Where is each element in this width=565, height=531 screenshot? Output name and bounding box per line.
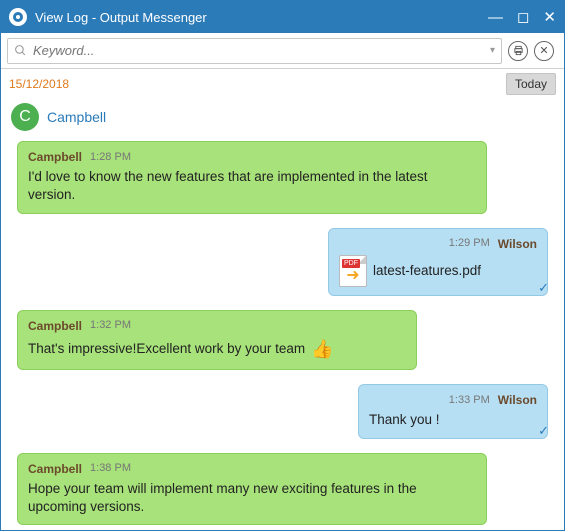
message-time: 1:32 PM bbox=[90, 318, 131, 333]
pdf-file-icon: PDF➜ bbox=[339, 255, 367, 287]
file-name: latest-features.pdf bbox=[373, 262, 481, 280]
toolbar-actions: ✕ bbox=[508, 41, 558, 61]
app-window: View Log - Output Messenger — ◻ ✕ ▾ ✕ 15… bbox=[0, 0, 565, 531]
message-time: 1:33 PM bbox=[449, 393, 490, 408]
message-time: 1:28 PM bbox=[90, 150, 131, 165]
message-bubble: Campbell 1:38 PM Hope your team will imp… bbox=[17, 453, 487, 526]
contact-name[interactable]: Campbell bbox=[47, 109, 106, 125]
message-text: That's impressive!Excellent work by your… bbox=[28, 340, 305, 358]
chat-area: C Campbell Campbell 1:28 PM I'd love to … bbox=[1, 95, 564, 530]
message-sender: Campbell bbox=[28, 318, 82, 334]
maximize-button[interactable]: ◻ bbox=[517, 10, 529, 25]
message-text: Hope your team will implement many new e… bbox=[28, 480, 476, 516]
message-sender: Campbell bbox=[28, 149, 82, 165]
print-button[interactable] bbox=[508, 41, 528, 61]
delivered-icon: ✓ bbox=[538, 279, 549, 297]
message-bubble: 1:29 PM Wilson PDF➜ latest-features.pdf … bbox=[328, 228, 548, 296]
search-box[interactable]: ▾ bbox=[7, 38, 502, 64]
message-bubble: 1:33 PM Wilson Thank you ! ✓ bbox=[358, 384, 548, 438]
search-icon bbox=[14, 44, 27, 57]
file-attachment[interactable]: PDF➜ latest-features.pdf bbox=[339, 255, 537, 287]
avatar: C bbox=[11, 103, 39, 131]
chevron-down-icon[interactable]: ▾ bbox=[490, 45, 495, 56]
window-controls: — ◻ ✕ bbox=[488, 10, 556, 25]
message-sender: Wilson bbox=[498, 392, 537, 408]
thumbs-up-icon: 👍 bbox=[311, 337, 333, 361]
contact-header: C Campbell bbox=[11, 99, 554, 141]
search-input[interactable] bbox=[33, 43, 490, 58]
clear-button[interactable]: ✕ bbox=[534, 41, 554, 61]
minimize-button[interactable]: — bbox=[488, 10, 503, 25]
delivered-icon: ✓ bbox=[538, 422, 549, 440]
toolbar: ▾ ✕ bbox=[1, 33, 564, 69]
message-sender: Wilson bbox=[498, 236, 537, 252]
message-sender: Campbell bbox=[28, 461, 82, 477]
message-time: 1:38 PM bbox=[90, 461, 131, 476]
message-text: Thank you ! bbox=[369, 411, 537, 429]
message-time: 1:29 PM bbox=[449, 236, 490, 251]
message-bubble: Campbell 1:32 PM That's impressive!Excel… bbox=[17, 310, 417, 370]
log-date: 15/12/2018 bbox=[9, 77, 506, 91]
today-badge[interactable]: Today bbox=[506, 73, 556, 95]
title-bar: View Log - Output Messenger — ◻ ✕ bbox=[1, 1, 564, 33]
close-button[interactable]: ✕ bbox=[543, 10, 556, 25]
message-text: I'd love to know the new features that a… bbox=[28, 168, 476, 204]
window-title: View Log - Output Messenger bbox=[35, 10, 488, 25]
app-icon bbox=[9, 8, 27, 26]
date-bar: 15/12/2018 Today bbox=[1, 69, 564, 95]
message-bubble: Campbell 1:28 PM I'd love to know the ne… bbox=[17, 141, 487, 214]
